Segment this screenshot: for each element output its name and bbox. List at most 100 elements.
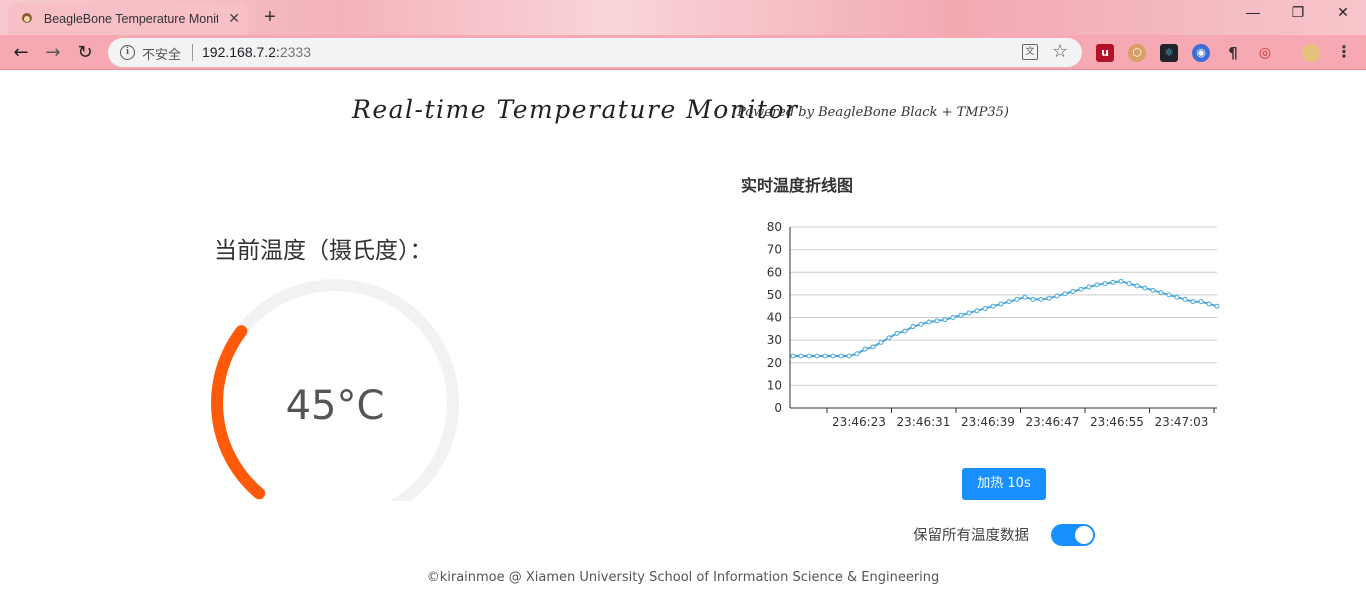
data-point xyxy=(966,310,972,316)
chart-title: 实时温度折线图 xyxy=(741,176,854,195)
data-point xyxy=(998,301,1004,307)
back-button[interactable]: ← xyxy=(8,40,34,66)
y-tick-label: 10 xyxy=(767,378,782,392)
url-host: 192.168.7.2: xyxy=(202,44,280,60)
close-window-button[interactable]: ✕ xyxy=(1320,4,1366,26)
data-point xyxy=(1054,293,1060,299)
data-point xyxy=(790,353,796,359)
data-point xyxy=(902,328,908,334)
data-point xyxy=(886,335,892,341)
browser-toolbar: ← → ↻ i 不安全 192.168.7.2:2333 文 ☆ u ⬡ ⚛ ◉… xyxy=(0,35,1366,70)
y-tick-label: 50 xyxy=(767,288,782,302)
beaglebone-favicon-icon xyxy=(21,13,32,23)
data-point xyxy=(1006,299,1012,305)
data-point xyxy=(1078,286,1084,292)
reload-button[interactable]: ↻ xyxy=(72,40,98,66)
translate-icon[interactable]: 文 xyxy=(1022,44,1038,60)
data-point xyxy=(1070,288,1076,294)
data-point xyxy=(1214,303,1220,309)
y-tick-label: 60 xyxy=(767,265,782,279)
keep-all-toggle[interactable] xyxy=(1051,524,1095,546)
data-point xyxy=(1118,278,1124,284)
data-point xyxy=(814,353,820,359)
data-point xyxy=(1046,295,1052,301)
y-tick-label: 0 xyxy=(774,401,782,415)
minimize-button[interactable]: — xyxy=(1230,4,1276,26)
data-point xyxy=(910,324,916,330)
data-point xyxy=(926,319,932,325)
more-menu-icon[interactable]: ⋮ xyxy=(1336,42,1352,61)
data-point xyxy=(838,353,844,359)
profile-avatar[interactable] xyxy=(1302,44,1320,62)
x-tick-label: 23:46:31 xyxy=(897,415,951,429)
restore-button[interactable]: ❐ xyxy=(1275,4,1321,26)
omnibox-divider xyxy=(192,44,193,61)
tab-title: BeagleBone Temperature Monitor xyxy=(43,12,219,26)
data-point xyxy=(870,344,876,350)
page-content: Real-time Temperature Monitor (Powered b… xyxy=(0,71,1366,616)
data-point xyxy=(878,339,884,345)
x-tick-label: 23:46:39 xyxy=(961,415,1015,429)
gauge-value: 45°C xyxy=(285,383,385,429)
new-tab-button[interactable]: + xyxy=(258,5,282,29)
address-bar[interactable]: i 不安全 192.168.7.2:2333 文 ☆ xyxy=(108,38,1082,67)
footer-text: ©kirainmoe @ Xiamen University School of… xyxy=(426,570,940,585)
extension-hex-icon[interactable]: ⬡ xyxy=(1128,44,1146,62)
ublock-icon[interactable]: u xyxy=(1096,44,1114,62)
extension-globe-icon[interactable]: ◉ xyxy=(1192,44,1210,62)
y-tick-label: 70 xyxy=(767,243,782,257)
bookmark-star-icon[interactable]: ☆ xyxy=(1052,41,1068,62)
data-point xyxy=(854,351,860,357)
url-text[interactable]: 192.168.7.2:2333 xyxy=(202,44,311,60)
data-point xyxy=(1022,294,1028,300)
data-point xyxy=(894,330,900,336)
keep-all-label: 保留所有温度数据 xyxy=(913,528,1029,544)
data-point xyxy=(846,353,852,359)
y-tick-label: 80 xyxy=(767,220,782,234)
data-point xyxy=(1174,294,1180,300)
data-point xyxy=(982,305,988,311)
data-point xyxy=(1030,296,1036,302)
data-point xyxy=(974,308,980,314)
data-point xyxy=(1038,296,1044,302)
data-point xyxy=(822,353,828,359)
data-point xyxy=(1086,284,1092,290)
info-icon[interactable]: i xyxy=(120,45,135,60)
heat-button[interactable]: 加热 10s xyxy=(962,468,1046,500)
tab-strip: BeagleBone Temperature Monitor ✕ + — ❐ ✕ xyxy=(0,0,1366,35)
gauge-label: 当前温度（摄氏度）： xyxy=(214,238,433,264)
data-point xyxy=(1166,292,1172,298)
y-tick-label: 20 xyxy=(767,356,782,370)
data-point xyxy=(830,353,836,359)
forward-button[interactable]: → xyxy=(40,40,66,66)
data-point xyxy=(1126,281,1132,287)
data-point xyxy=(1198,299,1204,305)
data-point xyxy=(1158,290,1164,296)
browser-tab[interactable]: BeagleBone Temperature Monitor ✕ xyxy=(8,3,248,35)
data-point xyxy=(1094,282,1100,288)
data-point xyxy=(950,315,956,320)
toggle-knob xyxy=(1075,526,1093,544)
temperature-line-chart: 0 10 20 30 40 50 60 70 80 23:46:23 23:46:31 23:46:3… xyxy=(767,220,1220,429)
url-port: 2333 xyxy=(279,44,312,60)
data-point xyxy=(1014,296,1020,302)
react-devtools-icon[interactable]: ⚛ xyxy=(1160,44,1178,62)
data-point xyxy=(990,303,996,309)
data-point xyxy=(1206,301,1212,307)
data-point xyxy=(1110,279,1116,285)
data-point xyxy=(806,353,812,359)
data-point xyxy=(1150,287,1156,293)
data-point xyxy=(1102,281,1108,287)
weibo-icon[interactable]: ◎ xyxy=(1256,44,1274,62)
tab-close-icon[interactable]: ✕ xyxy=(228,11,240,27)
x-tick-label: 23:46:47 xyxy=(1026,415,1080,429)
data-point xyxy=(934,318,940,324)
data-point xyxy=(798,353,804,359)
data-point xyxy=(958,312,964,318)
data-point xyxy=(862,346,868,352)
paragraph-icon[interactable]: ¶ xyxy=(1224,44,1242,62)
data-point xyxy=(1182,296,1188,302)
x-tick-label: 23:46:23 xyxy=(832,415,886,429)
data-point xyxy=(1134,283,1140,289)
security-label[interactable]: 不安全 xyxy=(142,44,181,63)
